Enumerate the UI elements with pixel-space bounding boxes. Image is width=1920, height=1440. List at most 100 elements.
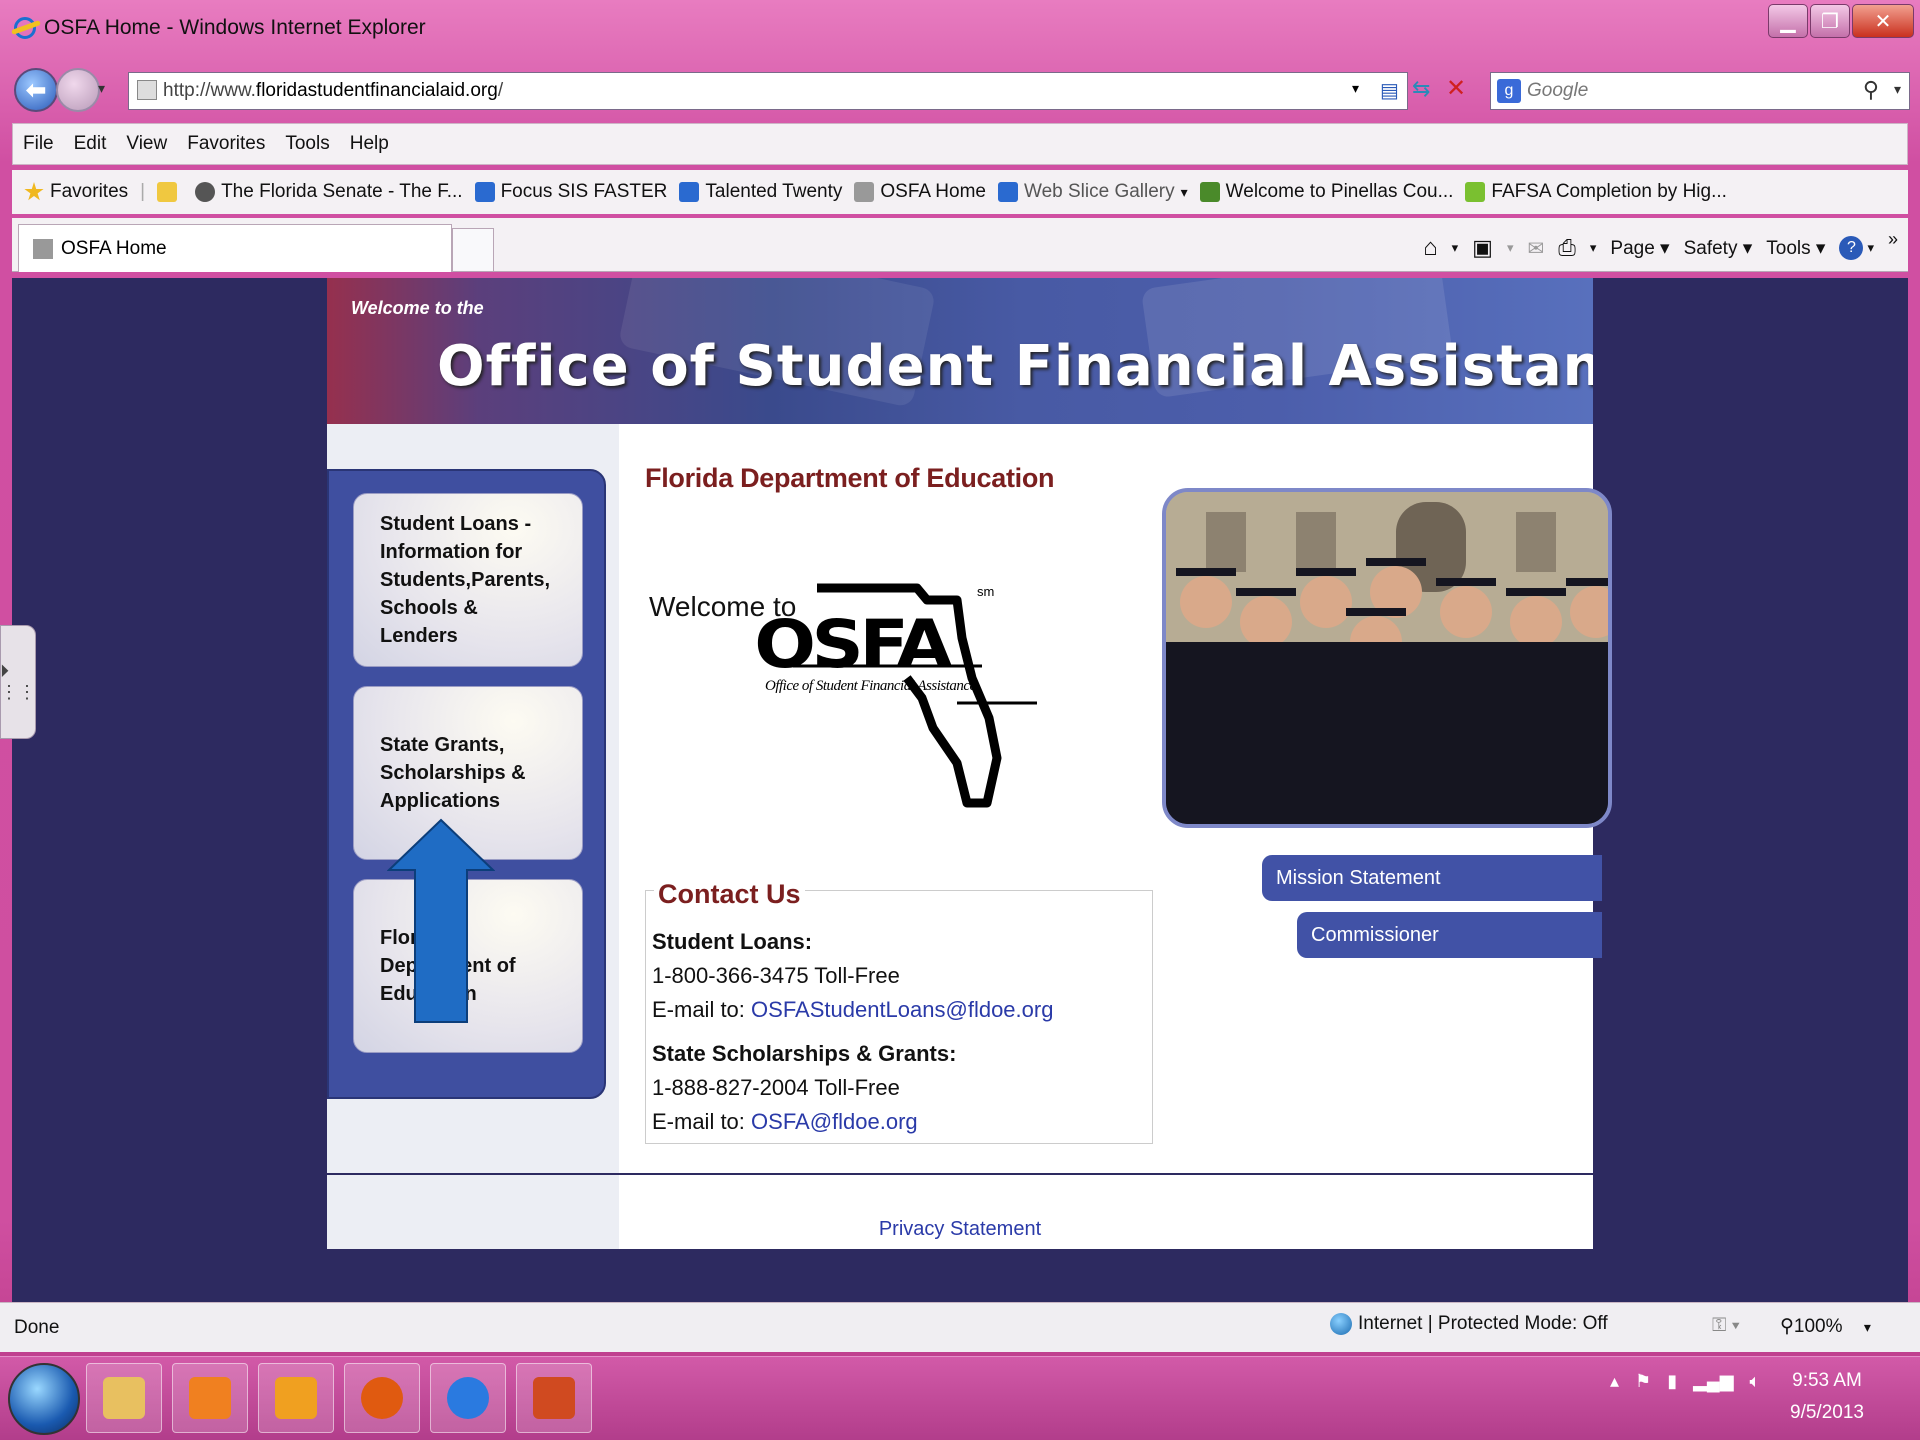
favorites-button[interactable]: Favorites <box>24 181 128 203</box>
privacy-link[interactable]: Privacy Statement <box>327 1218 1593 1241</box>
taskbar-internet-explorer[interactable] <box>430 1363 506 1433</box>
print-icon[interactable]: ⎙ <box>1558 235 1576 261</box>
tools-menu[interactable]: Tools ▾ <box>1766 237 1825 260</box>
nav-mission-statement[interactable]: Mission Statement <box>1262 855 1602 901</box>
network-icon[interactable]: ▂▄▆ <box>1693 1371 1733 1392</box>
favorites-label: Favorites <box>50 181 129 202</box>
home-icon[interactable]: ⌂ <box>1423 234 1438 262</box>
osfa-logo: OSFA sm Office of Student Financial Assi… <box>754 578 1047 810</box>
ie-page-icon <box>679 182 700 202</box>
grants-email-link[interactable]: OSFA@fldoe.org <box>751 1109 918 1134</box>
taskbar: ▴ ⚑ ▮ ▂▄▆ 🔈︎ 9:53 AM 9/5/2013 <box>0 1356 1920 1440</box>
tab-osfa-home[interactable]: OSFA Home <box>18 224 452 272</box>
minimize-icon: ▁ <box>1780 10 1796 33</box>
fav-link-fafsa[interactable]: FAFSA Completion by Hig... <box>1465 181 1727 203</box>
add-favorite-icon <box>157 182 178 202</box>
fav-link-web-slice-gallery[interactable]: Web Slice Gallery ▾ <box>997 181 1188 203</box>
compatibility-icon[interactable]: ▤ <box>1380 78 1399 103</box>
fav-link-pinellas[interactable]: Welcome to Pinellas Cou... <box>1199 181 1453 203</box>
address-dropdown[interactable]: ▾ <box>1352 80 1359 97</box>
status-bar: Done Internet | Protected Mode: Off ⚿ ▾ … <box>0 1302 1920 1352</box>
feeds-icon[interactable]: ▣ <box>1472 235 1493 261</box>
logo-tagline: Office of Student Financial Assistance <box>765 678 976 694</box>
web-viewport: Welcome to the Office of Student Financi… <box>12 278 1908 1302</box>
new-tab-button[interactable] <box>452 228 494 272</box>
graduates-photo <box>1162 488 1612 828</box>
status-text: Done <box>14 1317 60 1338</box>
close-button[interactable]: ✕ <box>1852 4 1914 38</box>
outlook-icon <box>275 1377 317 1419</box>
osfa-logo-text: OSFA <box>754 606 952 683</box>
action-center-flag-icon[interactable]: ⚑ <box>1635 1371 1651 1392</box>
overflow-chevron[interactable]: » <box>1888 229 1898 250</box>
fav-label: Web Slice Gallery <box>1023 181 1175 202</box>
page-menu[interactable]: Page ▾ <box>1610 237 1669 260</box>
fav-link-talented-twenty[interactable]: Talented Twenty <box>679 181 842 203</box>
chevron-down-icon[interactable]: ▾ <box>1507 240 1514 256</box>
chevron-down-icon[interactable]: ▾ <box>1590 240 1597 256</box>
fav-link-focus-sis[interactable]: Focus SIS FASTER <box>474 181 667 203</box>
chevron-down-icon[interactable]: ▾ <box>1867 240 1874 256</box>
taskbar-outlook[interactable] <box>258 1363 334 1433</box>
ie-page-icon <box>474 182 495 202</box>
menu-help[interactable]: Help <box>340 133 399 155</box>
menu-favorites[interactable]: Favorites <box>177 133 275 155</box>
clock-date: 9/5/2013 <box>1790 1402 1864 1423</box>
safety-menu[interactable]: Safety ▾ <box>1684 237 1753 260</box>
taskbar-firefox[interactable] <box>344 1363 420 1433</box>
menu-edit[interactable]: Edit <box>64 133 117 155</box>
search-box[interactable]: g Google ⚲ ▾ <box>1490 72 1910 110</box>
taskbar-explorer[interactable] <box>86 1363 162 1433</box>
pinellas-icon <box>1199 182 1220 202</box>
taskbar-powerpoint[interactable] <box>516 1363 592 1433</box>
zone-text: Internet | Protected Mode: Off <box>1358 1313 1608 1334</box>
start-button[interactable] <box>8 1363 80 1435</box>
recent-pages-dropdown[interactable]: ▾ <box>98 80 105 97</box>
firefox-icon <box>361 1377 403 1419</box>
loans-label: Student Loans: <box>652 929 813 954</box>
address-bar[interactable]: http://www. floridastudentfinancialaid.or… <box>128 72 1408 110</box>
contact-heading: Contact Us <box>654 879 805 910</box>
forward-button[interactable] <box>56 68 100 112</box>
loans-email-link[interactable]: OSFAStudentLoans@fldoe.org <box>751 997 1053 1022</box>
volume-icon[interactable]: 🔈︎ <box>1750 1371 1761 1392</box>
url-suffix: / <box>497 80 504 101</box>
back-button[interactable]: ⬅ <box>14 68 58 112</box>
help-icon[interactable]: ? <box>1839 236 1864 260</box>
zoom-level[interactable]: ⚲100% ▾ <box>1780 1315 1871 1338</box>
show-hidden-icons[interactable]: ▴ <box>1610 1371 1619 1392</box>
nav-student-loans[interactable]: Student Loans - Information for Students… <box>353 493 583 667</box>
logo-sm: sm <box>977 584 995 599</box>
stop-icon[interactable]: ✕ <box>1446 74 1466 103</box>
menu-tools[interactable]: Tools <box>275 133 339 155</box>
fav-link-osfa-home[interactable]: OSFA Home <box>854 181 986 203</box>
clock[interactable]: 9:53 AM 9/5/2013 <box>1790 1365 1864 1429</box>
senate-seal-icon <box>195 182 216 202</box>
security-zone[interactable]: Internet | Protected Mode: Off <box>1330 1313 1608 1335</box>
nav-commissioner[interactable]: Commissioner <box>1297 912 1602 958</box>
menu-view[interactable]: View <box>116 133 177 155</box>
system-tray: ▴ ⚑ ▮ ▂▄▆ 🔈︎ <box>1610 1371 1760 1392</box>
refresh-icon[interactable]: ⇆ <box>1412 76 1430 102</box>
side-panel-handle[interactable]: ⏵ ⋮⋮ <box>0 625 36 739</box>
taskbar-media-player[interactable] <box>172 1363 248 1433</box>
search-dropdown[interactable]: ▾ <box>1894 81 1901 98</box>
tab-label: OSFA Home <box>61 237 167 259</box>
power-icon[interactable]: ▮ <box>1667 1371 1677 1392</box>
add-to-favorites-button[interactable] <box>157 182 183 202</box>
divider: | <box>140 181 146 202</box>
menu-file[interactable]: File <box>13 133 64 155</box>
mail-icon[interactable]: ✉ <box>1527 236 1544 261</box>
minimize-button[interactable]: ▁ <box>1768 4 1808 38</box>
close-icon: ✕ <box>1874 10 1892 33</box>
fav-link-florida-senate[interactable]: The Florida Senate - The F... <box>195 181 463 203</box>
zoom-text: 100% <box>1793 1316 1843 1337</box>
folder-icon <box>103 1377 145 1419</box>
chevron-down-icon: ▾ <box>1863 1319 1871 1335</box>
clock-time: 9:53 AM <box>1792 1370 1862 1391</box>
chevron-down-icon[interactable]: ▾ <box>1452 240 1459 256</box>
protected-mode-icon[interactable]: ⚿ ▾ <box>1712 1315 1740 1337</box>
maximize-button[interactable]: ❐ <box>1810 4 1850 38</box>
nav-label: State Grants, Scholarships & Application… <box>380 734 526 812</box>
search-icon[interactable]: ⚲ <box>1863 77 1879 103</box>
